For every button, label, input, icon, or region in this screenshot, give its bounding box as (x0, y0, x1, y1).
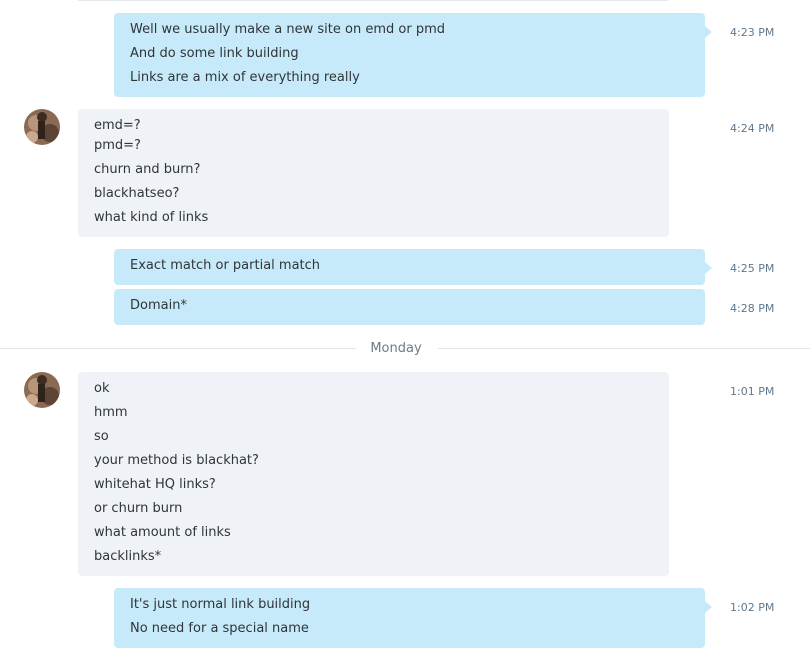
message-line: hmm (94, 405, 128, 420)
incoming-message[interactable]: ok hmm so your method is blackhat? white… (78, 372, 669, 576)
contact-avatar[interactable] (24, 372, 60, 408)
message-timestamp: 1:02 PM (730, 601, 775, 614)
contact-avatar[interactable] (24, 109, 60, 145)
message-line: churn and burn? (94, 162, 201, 177)
avatar-image (24, 372, 60, 408)
avatar-image (24, 109, 60, 145)
message-line: It's just normal link building (130, 597, 311, 612)
message-line: your method is blackhat? (94, 453, 259, 468)
message-line: pmd=? (94, 138, 141, 153)
day-divider-line (438, 348, 810, 349)
message-timestamp: 4:24 PM (730, 122, 775, 135)
outgoing-message[interactable]: Well we usually make a new site on emd o… (114, 13, 705, 97)
message-line: so (94, 429, 109, 444)
previous-message-edge (78, 0, 668, 1)
message-line: Exact match or partial match (130, 258, 321, 273)
message-line: emd=? (94, 118, 141, 133)
outgoing-message[interactable]: Exact match or partial match (114, 249, 705, 285)
bubble-tail (705, 262, 712, 274)
message-line: whitehat HQ links? (94, 477, 216, 492)
message-line: No need for a special name (130, 621, 309, 636)
message-timestamp: 1:01 PM (730, 385, 775, 398)
message-line: what amount of links (94, 525, 231, 540)
message-line: And do some link building (130, 46, 299, 61)
message-line: blackhatseo? (94, 186, 180, 201)
bubble-tail (705, 26, 712, 38)
message-line: ok (94, 381, 110, 396)
message-line: backlinks* (94, 549, 162, 564)
message-timestamp: 4:28 PM (730, 302, 775, 315)
day-divider-label: Monday (370, 341, 422, 356)
outgoing-message[interactable]: It's just normal link building No need f… (114, 588, 705, 648)
bubble-tail (705, 601, 712, 613)
message-line: or churn burn (94, 501, 183, 516)
message-line: Well we usually make a new site on emd o… (130, 22, 445, 37)
message-line: what kind of links (94, 210, 209, 225)
outgoing-message[interactable]: Domain* (114, 289, 705, 325)
day-divider-line (0, 348, 356, 349)
message-line: Links are a mix of everything really (130, 70, 360, 85)
message-line: Domain* (130, 298, 187, 313)
message-timestamp: 4:23 PM (730, 26, 775, 39)
message-timestamp: 4:25 PM (730, 262, 775, 275)
incoming-message[interactable]: emd=? pmd=? churn and burn? blackhatseo?… (78, 109, 669, 237)
